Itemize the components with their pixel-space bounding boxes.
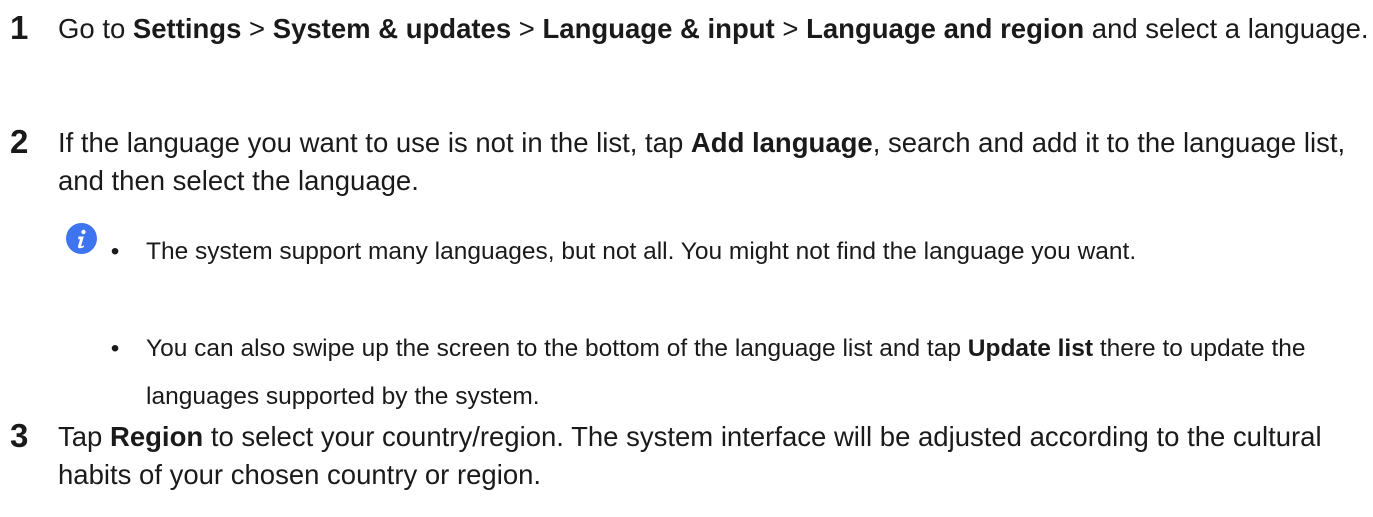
step-text: If the language you want to use is not i…	[58, 124, 1373, 200]
text-run: and select a language.	[1084, 13, 1369, 44]
text-run: Tap	[58, 421, 110, 452]
step-text: Go to Settings > System & updates > Lang…	[58, 10, 1373, 48]
text-run: The system support many languages, but n…	[146, 238, 1137, 265]
step-number: 2	[10, 123, 29, 160]
bullet: •	[110, 238, 120, 265]
bold-term: Language and region	[806, 13, 1085, 44]
bold-term: Add language	[690, 127, 873, 158]
bold-term: Region	[109, 421, 204, 452]
bold-term: System & updates	[272, 13, 512, 44]
bullet: •	[110, 335, 120, 362]
bold-term: Language & input	[542, 13, 775, 44]
bold-term: Update list	[967, 335, 1094, 362]
step-number: 1	[10, 9, 29, 46]
note-text: You can also swipe up the screen to the …	[146, 325, 1365, 421]
text-run: You can also swipe up the screen to the …	[146, 335, 968, 362]
text-run: >	[241, 13, 273, 44]
bold-term: Settings	[132, 13, 242, 44]
info-icon-glyph	[77, 229, 86, 249]
text-run: Go to	[58, 13, 133, 44]
info-icon	[66, 223, 97, 254]
text-run: If the language you want to use is not i…	[58, 127, 691, 158]
text-run: >	[511, 13, 543, 44]
text-run: to select your country/region. The syste…	[58, 421, 1322, 490]
text-run: >	[774, 13, 807, 44]
note-text: The system support many languages, but n…	[146, 228, 1365, 276]
step-text: Tap Region to select your country/region…	[58, 418, 1373, 494]
step-number: 3	[10, 417, 29, 454]
